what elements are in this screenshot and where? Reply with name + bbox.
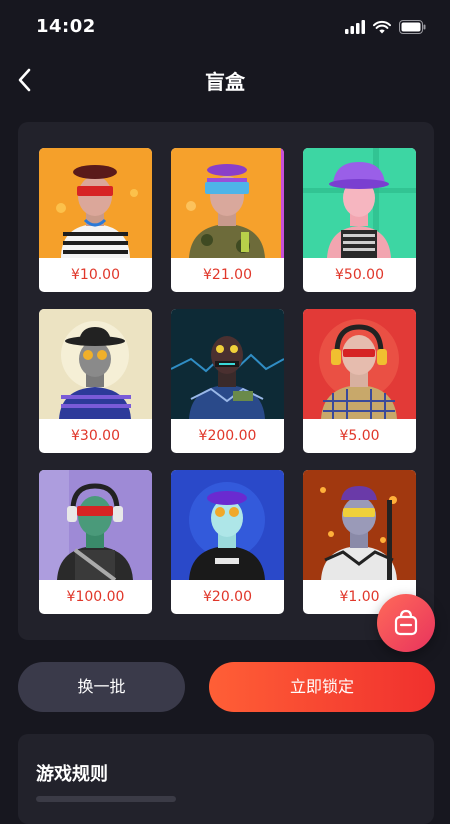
status-time: 14:02 <box>36 16 96 37</box>
nav-bar: 盲盒 <box>0 54 450 106</box>
blind-box-card[interactable]: ¥20.00 <box>171 470 284 614</box>
bag-icon <box>394 609 418 636</box>
rules-text-cutoff <box>36 796 176 802</box>
price-label: ¥200.00 <box>198 428 257 444</box>
avatar-artwork <box>39 148 152 258</box>
rules-title: 游戏规则 <box>36 764 108 785</box>
blind-box-card[interactable]: ¥50.00 <box>303 148 416 292</box>
price-label: ¥20.00 <box>203 589 252 605</box>
status-icons <box>345 20 426 34</box>
price-label: ¥21.00 <box>203 267 252 283</box>
blind-box-card[interactable]: ¥200.00 <box>171 309 284 453</box>
avatar-artwork <box>303 470 416 580</box>
blind-box-card[interactable]: ¥10.00 <box>39 148 152 292</box>
blind-box-card[interactable]: ¥100.00 <box>39 470 152 614</box>
price-label: ¥100.00 <box>66 589 125 605</box>
blind-box-card[interactable]: ¥21.00 <box>171 148 284 292</box>
refresh-button[interactable]: 换一批 <box>18 662 185 712</box>
avatar-artwork <box>303 309 416 419</box>
blind-box-card[interactable]: ¥1.00 <box>303 470 416 614</box>
bag-button[interactable] <box>377 594 435 652</box>
price-label: ¥30.00 <box>71 428 120 444</box>
avatar-artwork <box>171 309 284 419</box>
blind-box-card[interactable]: ¥30.00 <box>39 309 152 453</box>
avatar-artwork <box>39 309 152 419</box>
rules-panel: 游戏规则 <box>18 734 434 824</box>
signal-icon <box>345 20 365 34</box>
battery-icon <box>399 20 426 34</box>
avatar-artwork <box>171 148 284 258</box>
lock-now-button[interactable]: 立即锁定 <box>209 662 435 712</box>
avatar-artwork <box>171 470 284 580</box>
blind-box-card[interactable]: ¥5.00 <box>303 309 416 453</box>
blind-box-grid: ¥10.00 ¥21.00 ¥50.00 ¥30.00 ¥200.00 ¥5.0… <box>18 122 434 640</box>
avatar-artwork <box>303 148 416 258</box>
wifi-icon <box>373 20 391 34</box>
price-label: ¥50.00 <box>335 267 384 283</box>
price-label: ¥10.00 <box>71 267 120 283</box>
price-label: ¥5.00 <box>339 428 380 444</box>
page-title: 盲盒 <box>205 70 245 94</box>
status-bar: 14:02 <box>0 0 450 54</box>
avatar-artwork <box>39 470 152 580</box>
